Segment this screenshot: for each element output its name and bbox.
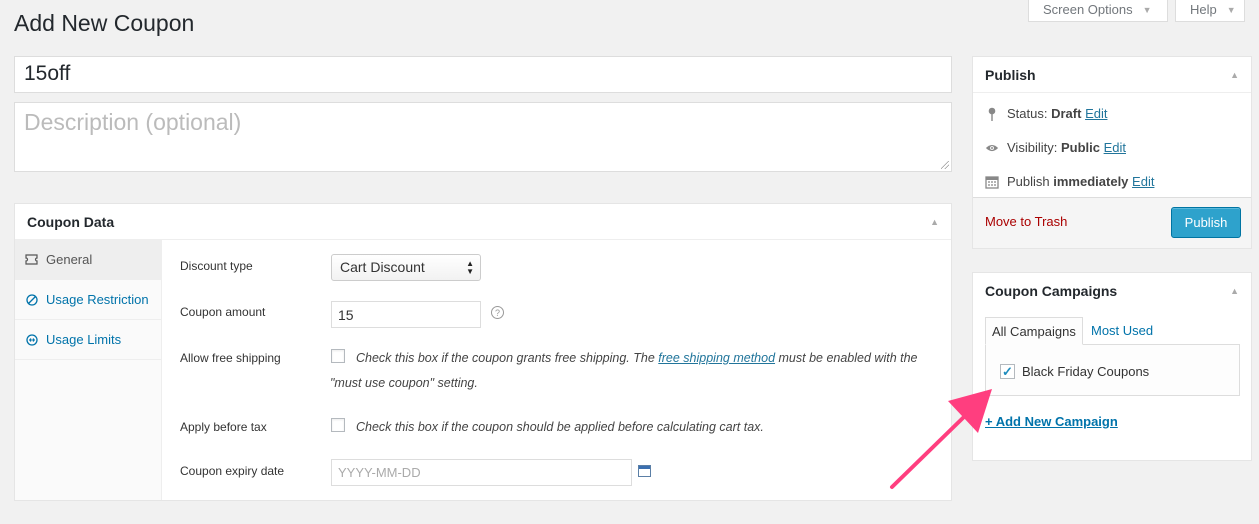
publish-header[interactable]: Publish ▲ <box>973 57 1251 93</box>
help-tip-icon[interactable]: ? <box>491 306 504 319</box>
screen-options-label: Screen Options <box>1043 2 1133 17</box>
free-shipping-desc-post: must be enabled with the <box>778 351 918 365</box>
tab-usage-limits-label: Usage Limits <box>46 332 122 347</box>
chevron-down-icon: ▼ <box>1226 4 1236 15</box>
tab-general[interactable]: General <box>15 240 162 280</box>
collapse-toggle-icon[interactable]: ▲ <box>1230 286 1239 296</box>
coupon-campaigns-panel: Coupon Campaigns ▲ All Campaigns Most Us… <box>972 272 1252 461</box>
discount-type-select[interactable]: Cart Discount ▲ ▼ <box>331 254 481 281</box>
status-label: Status: <box>1007 106 1048 121</box>
expiry-date-input[interactable]: YYYY-MM-DD <box>331 459 632 486</box>
coupon-data-panel: Coupon Data ▲ General Usage Restriction … <box>14 203 952 501</box>
publish-date-edit-link[interactable]: Edit <box>1132 174 1154 189</box>
discount-type-value: Cart Discount <box>340 259 425 275</box>
campaigns-header[interactable]: Coupon Campaigns ▲ <box>973 273 1251 309</box>
status-edit-link[interactable]: Edit <box>1085 106 1107 121</box>
publish-date-value: immediately <box>1053 174 1129 189</box>
campaigns-title: Coupon Campaigns <box>985 283 1118 299</box>
visibility-value: Public <box>1060 140 1100 155</box>
move-to-trash-link[interactable]: Move to Trash <box>985 214 1067 229</box>
discount-type-label: Discount type <box>180 259 253 273</box>
status-row: Status: Draft Edit <box>985 106 1107 121</box>
publish-date-row: Publish immediately Edit <box>985 174 1154 189</box>
publish-title: Publish <box>985 67 1036 83</box>
screen-options-button[interactable]: Screen Options ▼ <box>1028 0 1168 22</box>
free-shipping-desc-pre: Check this box if the coupon grants free… <box>356 351 655 365</box>
publish-date-label: Publish <box>1007 174 1050 189</box>
select-arrows-icon: ▲ ▼ <box>466 259 474 276</box>
tab-general-label: General <box>46 252 93 267</box>
publish-panel: Publish ▲ Status: Draft Edit Visibility:… <box>972 56 1252 249</box>
coupon-code-input[interactable]: 15off <box>14 56 952 93</box>
coupon-amount-label: Coupon amount <box>180 305 266 319</box>
coupon-data-title: Coupon Data <box>27 214 115 230</box>
publish-button[interactable]: Publish <box>1171 207 1241 238</box>
tab-usage-restriction-label: Usage Restriction <box>46 292 149 307</box>
free-shipping-checkbox[interactable] <box>331 349 345 363</box>
apply-before-tax-label: Apply before tax <box>180 420 267 434</box>
free-shipping-method-link[interactable]: free shipping method <box>658 351 775 365</box>
expiry-date-label: Coupon expiry date <box>180 464 285 478</box>
publish-actions: Move to Trash Publish <box>973 197 1251 248</box>
resize-handle-icon[interactable] <box>941 161 949 169</box>
collapse-toggle-icon[interactable]: ▲ <box>1230 70 1239 80</box>
coupon-description-textarea[interactable]: Description (optional) <box>14 102 952 172</box>
eye-icon <box>985 141 999 155</box>
free-shipping-desc-line2: "must use coupon" setting. <box>330 376 478 390</box>
calendar-icon <box>985 175 999 189</box>
help-button[interactable]: Help ▼ <box>1175 0 1245 22</box>
calendar-icon[interactable] <box>638 465 651 477</box>
campaign-label: Black Friday Coupons <box>1022 364 1150 379</box>
apply-before-tax-description: Check this box if the coupon should be a… <box>356 420 764 434</box>
pin-icon <box>985 107 999 121</box>
campaign-list: ✓ Black Friday Coupons <box>985 344 1240 396</box>
coupon-data-tabs: General Usage Restriction Usage Limits <box>15 240 162 500</box>
coupon-data-header[interactable]: Coupon Data ▲ <box>15 204 951 240</box>
visibility-label: Visibility: <box>1007 140 1058 155</box>
free-shipping-label: Allow free shipping <box>180 351 281 365</box>
ticket-icon <box>25 253 38 266</box>
tab-usage-limits[interactable]: Usage Limits <box>15 320 161 360</box>
collapse-toggle-icon[interactable]: ▲ <box>930 217 939 227</box>
visibility-edit-link[interactable]: Edit <box>1104 140 1126 155</box>
annotation-arrow-icon <box>890 389 992 489</box>
status-value: Draft <box>1051 106 1082 121</box>
description-placeholder: Description (optional) <box>24 109 242 135</box>
page-title: Add New Coupon <box>14 10 195 36</box>
free-shipping-description: Check this box if the coupon grants free… <box>356 346 946 371</box>
chevron-down-icon: ▼ <box>1142 4 1152 15</box>
coupon-amount-input[interactable]: 15 <box>331 301 481 328</box>
tab-most-used[interactable]: Most Used <box>1085 317 1159 345</box>
visibility-row: Visibility: Public Edit <box>985 140 1126 155</box>
apply-before-tax-checkbox[interactable] <box>331 418 345 432</box>
tab-all-campaigns[interactable]: All Campaigns <box>985 317 1083 345</box>
help-label: Help <box>1190 2 1217 17</box>
tab-usage-restriction[interactable]: Usage Restriction <box>15 280 161 320</box>
limits-icon <box>25 333 38 346</box>
ban-icon <box>25 293 38 306</box>
